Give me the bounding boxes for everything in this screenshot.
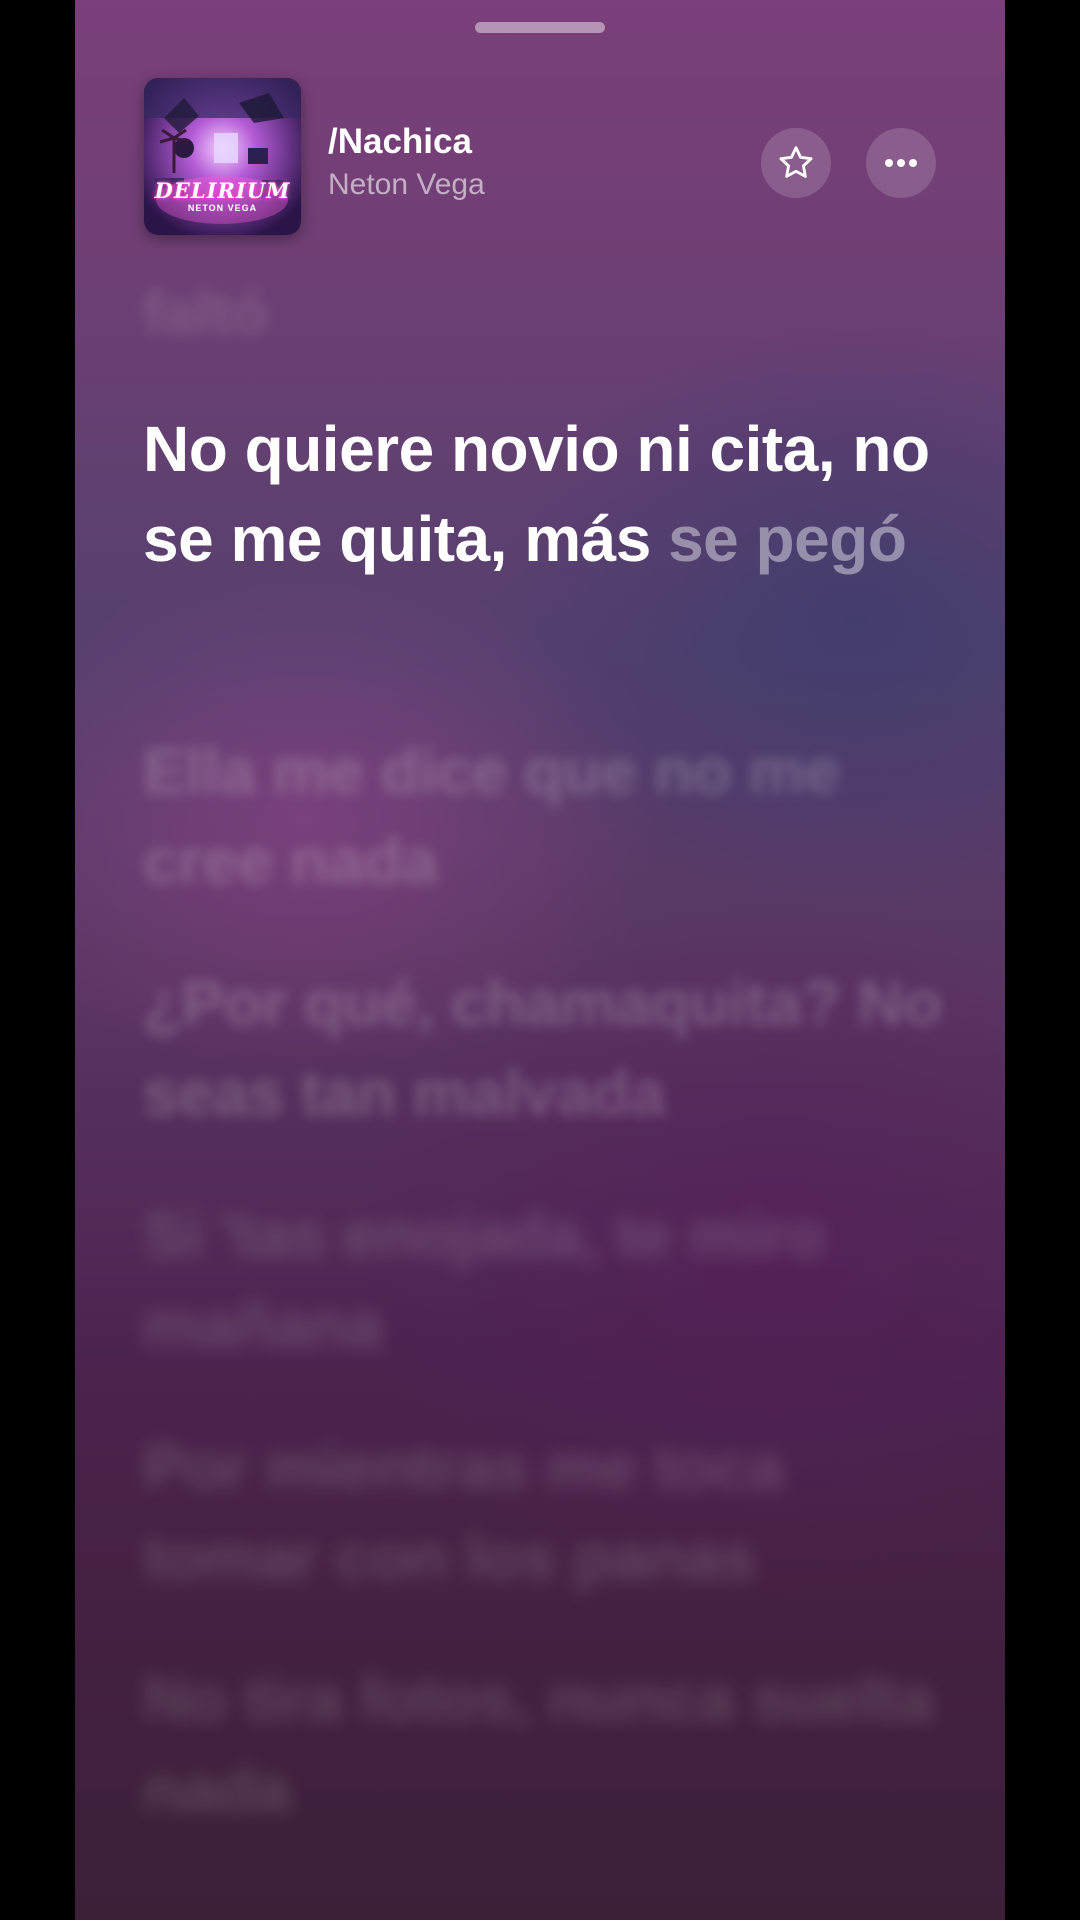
lyric-line-current[interactable]: No quiere novio ni cita, no se me quita,… (143, 404, 943, 584)
song-title[interactable]: /Nachica (328, 122, 472, 162)
lyric-line-previous[interactable]: faltó (143, 268, 943, 358)
lyric-line-next[interactable]: Ella me dice que no me cree nada (143, 726, 943, 906)
more-options-button[interactable] (866, 128, 936, 198)
sheet-grabber[interactable] (475, 22, 605, 33)
artwork-title: DELIRIUM (154, 178, 291, 203)
lyrics-screen: DELIRIUM NETON VEGA /Nachica Neton Vega … (75, 0, 1005, 1920)
album-artwork[interactable]: DELIRIUM NETON VEGA (144, 78, 301, 235)
artist-name[interactable]: Neton Vega (328, 168, 485, 202)
lyric-line-next[interactable]: ¿Por qué, chamaquita? No seas tan malvad… (143, 958, 943, 1138)
artwork-subtitle: NETON VEGA (187, 203, 258, 213)
favorite-button[interactable] (761, 128, 831, 198)
ellipsis-icon (885, 159, 917, 167)
lyric-line-next[interactable]: Si 'tas enojada, te miro mañana (143, 1190, 943, 1370)
star-icon (779, 146, 813, 178)
lyric-line-next[interactable]: No tira fotos, nunca suelta nada (143, 1654, 943, 1834)
lyric-pending-text: se pegó (668, 503, 907, 575)
lyric-line-next[interactable]: Por mientras me toca tomar con los panas (143, 1422, 943, 1602)
